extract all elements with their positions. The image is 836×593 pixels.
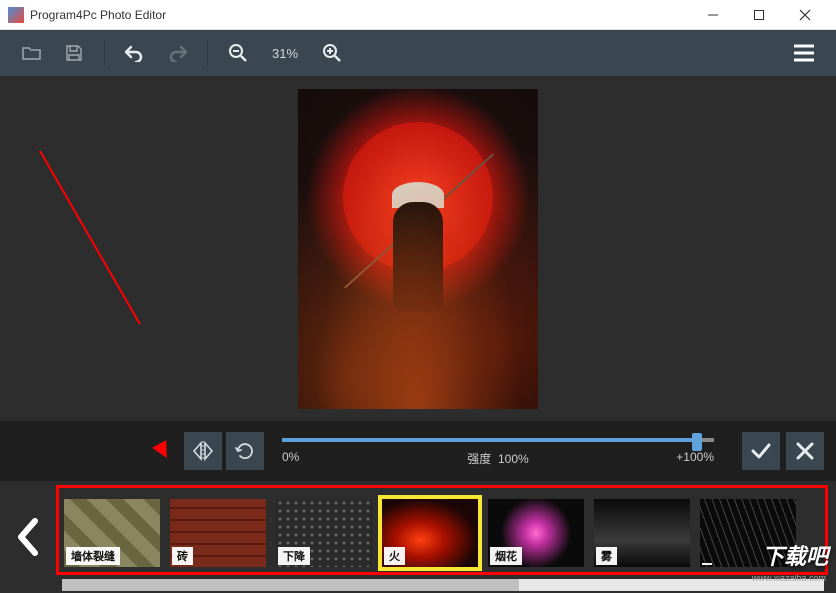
window-title: Program4Pc Photo Editor: [30, 8, 690, 22]
scrollbar-thumb[interactable]: [62, 579, 519, 591]
toolbar-separator: [104, 40, 105, 66]
close-button[interactable]: [782, 0, 828, 30]
undo-button[interactable]: [117, 35, 153, 71]
app-icon: [8, 7, 24, 23]
maximize-button[interactable]: [736, 0, 782, 30]
chevron-left-icon: [15, 517, 41, 557]
effect-thumb-fire[interactable]: 火: [382, 499, 478, 567]
flip-horizontal-button[interactable]: [184, 432, 222, 470]
rotate-icon: [234, 441, 256, 461]
window-titlebar: Program4Pc Photo Editor: [0, 0, 836, 30]
undo-icon: [124, 44, 146, 62]
main-menu-button[interactable]: [786, 35, 822, 71]
canvas-area[interactable]: [0, 76, 836, 421]
gallery-horizontal-scrollbar[interactable]: [62, 579, 824, 591]
thumb-label: 火: [384, 547, 405, 565]
thumb-label: 砖: [172, 547, 193, 565]
effect-thumb-streak[interactable]: [700, 499, 796, 567]
slider-thumb[interactable]: [692, 433, 702, 451]
zoom-in-button[interactable]: [314, 35, 350, 71]
effect-thumb-firework[interactable]: 烟花: [488, 499, 584, 567]
thumb-label: [702, 563, 712, 565]
effect-thumb-falling[interactable]: 下降: [276, 499, 372, 567]
zoom-in-icon: [322, 43, 342, 63]
effect-thumb-fog[interactable]: 雾: [594, 499, 690, 567]
open-button[interactable]: [14, 35, 50, 71]
thumb-label: 雾: [596, 547, 617, 565]
zoom-out-icon: [228, 43, 248, 63]
save-button[interactable]: [56, 35, 92, 71]
main-toolbar: 31%: [0, 30, 836, 76]
cancel-button[interactable]: [786, 432, 824, 470]
minimize-button[interactable]: [690, 0, 736, 30]
gallery-back-button[interactable]: [0, 481, 56, 593]
flip-horizontal-icon: [192, 441, 214, 461]
zoom-out-button[interactable]: [220, 35, 256, 71]
toolbar-separator: [207, 40, 208, 66]
apply-button[interactable]: [742, 432, 780, 470]
thumb-label: 下降: [278, 547, 310, 565]
effect-thumb-wall-crack[interactable]: 墙体裂缝: [64, 499, 160, 567]
check-icon: [750, 441, 772, 461]
slider-max-label: +100%: [676, 450, 714, 464]
intensity-slider[interactable]: 0% 强度 100% +100%: [268, 438, 728, 464]
slider-value-label: 100%: [498, 452, 529, 466]
rotate-button[interactable]: [226, 432, 264, 470]
thumb-label: 墙体裂缝: [66, 547, 120, 565]
open-folder-icon: [22, 45, 42, 61]
hamburger-menu-icon: [793, 44, 815, 62]
zoom-level-display: 31%: [272, 46, 298, 61]
effect-gallery-panel: 墙体裂缝 砖 下降 火 烟花 雾: [0, 481, 836, 593]
save-icon: [65, 44, 83, 62]
x-icon: [795, 441, 815, 461]
slider-min-label: 0%: [282, 450, 299, 464]
effect-gallery[interactable]: 墙体裂缝 砖 下降 火 烟花 雾: [56, 481, 836, 593]
slider-title-label: 强度: [467, 452, 491, 466]
redo-icon: [166, 44, 188, 62]
redo-button[interactable]: [159, 35, 195, 71]
thumb-label: 烟花: [490, 547, 522, 565]
effect-thumb-brick[interactable]: 砖: [170, 499, 266, 567]
canvas-image: [298, 89, 538, 409]
effect-controls-bar: 0% 强度 100% +100%: [0, 421, 836, 481]
